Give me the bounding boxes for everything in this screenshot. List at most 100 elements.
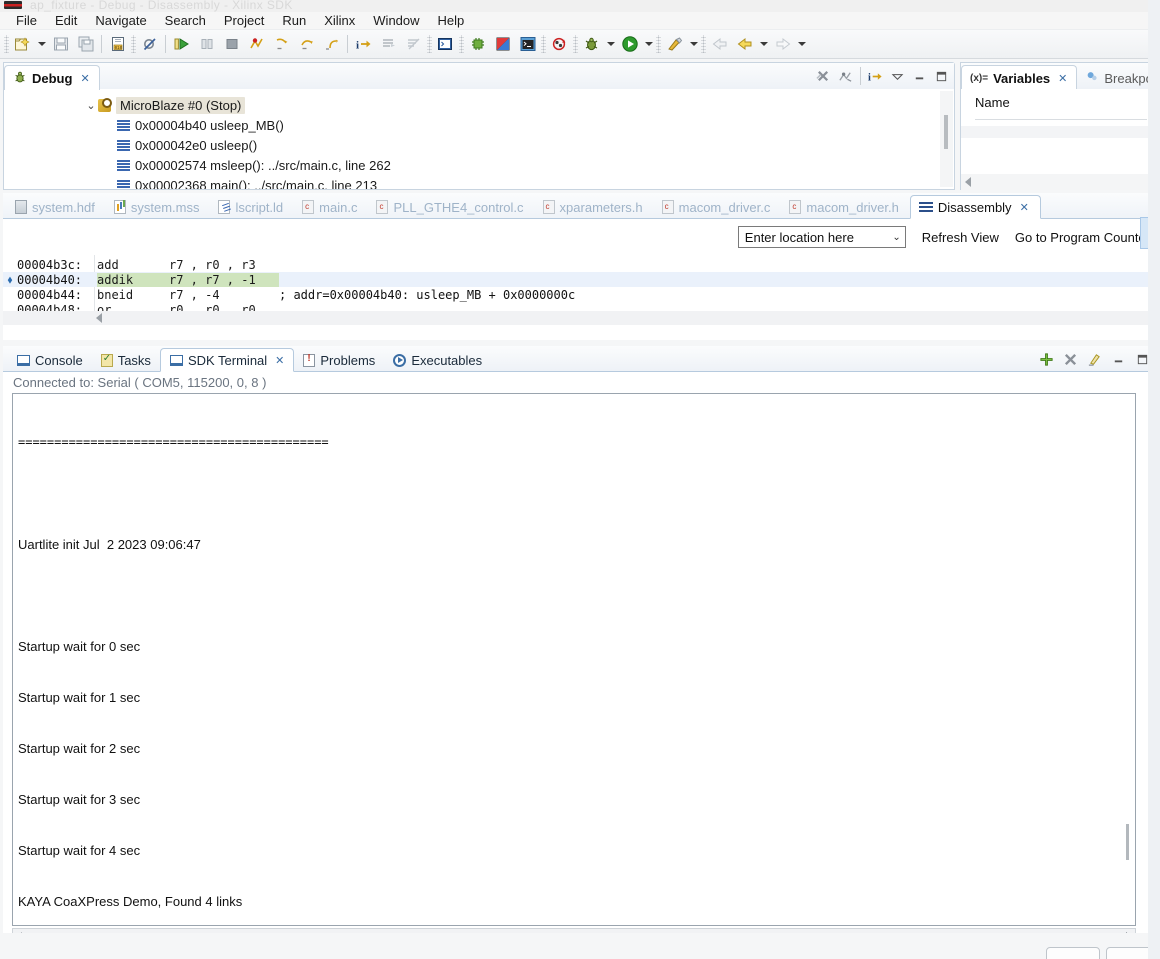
clear-terminal-icon[interactable] bbox=[1084, 349, 1104, 369]
menu-search[interactable]: Search bbox=[156, 12, 215, 30]
new-wizard-icon[interactable] bbox=[10, 32, 35, 57]
chevron-down-icon[interactable]: ⌄ bbox=[84, 99, 98, 112]
tab-console[interactable]: Console bbox=[8, 348, 92, 372]
connect-icon[interactable] bbox=[835, 66, 856, 87]
view-menu-icon[interactable] bbox=[887, 66, 908, 87]
editor-tab-macom-driver-c[interactable]: macom_driver.c bbox=[654, 195, 782, 219]
close-icon[interactable]: ✕ bbox=[1058, 72, 1067, 85]
disassembly-line[interactable]: 00004b44: bneid r7 , -4 ; addr=0x00004b4… bbox=[3, 287, 1156, 302]
toolbar-drag-handle-8[interactable] bbox=[701, 35, 706, 53]
tab-debug[interactable]: Debug ✕ bbox=[4, 65, 100, 90]
instruction-stepping-icon[interactable]: i bbox=[351, 32, 376, 57]
editor-tab-xparameters-h[interactable]: xparameters.h bbox=[535, 195, 654, 219]
close-icon[interactable]: ✕ bbox=[275, 354, 284, 367]
run-dropdown-arrow[interactable] bbox=[642, 32, 655, 57]
editor-tab-macom-driver-h[interactable]: macom_driver.h bbox=[781, 195, 909, 219]
toolbar-drag-handle-2[interactable] bbox=[131, 35, 136, 53]
next-icon[interactable] bbox=[770, 32, 795, 57]
previous-icon[interactable] bbox=[732, 32, 757, 57]
previous-dropdown-arrow[interactable] bbox=[757, 32, 770, 57]
scroll-left-icon[interactable] bbox=[965, 177, 971, 187]
menu-file[interactable]: File bbox=[7, 12, 46, 30]
menu-run[interactable]: Run bbox=[273, 12, 315, 30]
instruction-stepping-icon[interactable]: i bbox=[865, 66, 886, 87]
menu-xilinx[interactable]: Xilinx bbox=[315, 12, 364, 30]
next-dropdown-arrow[interactable] bbox=[795, 32, 808, 57]
toolbar-drag-handle-5[interactable] bbox=[541, 35, 546, 53]
close-icon[interactable]: ✕ bbox=[80, 72, 89, 85]
tab-sdk-terminal[interactable]: SDK Terminal ✕ bbox=[159, 348, 295, 372]
suspend-icon[interactable] bbox=[194, 32, 219, 57]
remove-all-terminated-icon[interactable] bbox=[813, 66, 834, 87]
debug-icon[interactable] bbox=[579, 32, 604, 57]
tab-variables[interactable]: (x)= Variables ✕ bbox=[961, 65, 1078, 89]
terminal-vertical-scrollbar[interactable] bbox=[1121, 394, 1135, 925]
menu-window[interactable]: Window bbox=[364, 12, 428, 30]
editor-tab-disassembly[interactable]: Disassembly ✕ bbox=[909, 195, 1041, 219]
external-tools-icon[interactable] bbox=[662, 32, 687, 57]
toolbar-drag-handle[interactable] bbox=[4, 35, 9, 53]
drop-to-frame-icon[interactable] bbox=[376, 32, 401, 57]
stack-frame-row[interactable]: 0x00002574 msleep(): ../src/main.c, line… bbox=[4, 155, 954, 175]
add-terminal-icon[interactable] bbox=[1036, 349, 1056, 369]
stack-frame-row[interactable]: 0x000042e0 usleep() bbox=[4, 135, 954, 155]
toolbar-drag-handle-7[interactable] bbox=[656, 35, 661, 53]
configure-icon[interactable] bbox=[490, 32, 515, 57]
scroll-left-icon[interactable] bbox=[96, 313, 102, 323]
editor-tab-system-mss[interactable]: system.mss bbox=[106, 195, 211, 219]
toolbar-drag-handle-4[interactable] bbox=[459, 35, 464, 53]
skip-breakpoints-icon[interactable] bbox=[137, 32, 162, 57]
step-into-icon[interactable] bbox=[269, 32, 294, 57]
save-icon[interactable] bbox=[48, 32, 73, 57]
variables-horizontal-scrollbar[interactable] bbox=[961, 174, 1155, 190]
open-terminal-icon[interactable] bbox=[433, 32, 458, 57]
minimize-icon[interactable] bbox=[1108, 349, 1128, 369]
stack-frame-row[interactable]: 0x00002368 main(): ../src/main.c, line 2… bbox=[4, 175, 954, 189]
terminate-icon[interactable] bbox=[219, 32, 244, 57]
stack-frame-row[interactable]: 0x00004b40 usleep_MB() bbox=[4, 115, 954, 135]
save-all-icon[interactable] bbox=[73, 32, 98, 57]
repository-icon[interactable] bbox=[547, 32, 572, 57]
tab-problems[interactable]: Problems bbox=[294, 348, 384, 372]
run-icon[interactable] bbox=[617, 32, 642, 57]
editor-tab-lscript-ld[interactable]: lscript.ld bbox=[210, 195, 294, 219]
menu-help[interactable]: Help bbox=[429, 12, 474, 30]
toolbar-drag-handle-6[interactable] bbox=[573, 35, 578, 53]
toolbar-drag-handle-3[interactable] bbox=[427, 35, 432, 53]
tab-tasks[interactable]: Tasks bbox=[92, 348, 160, 372]
bottom-button-1[interactable] bbox=[1046, 947, 1100, 959]
resume-icon[interactable] bbox=[169, 32, 194, 57]
build-icon[interactable]: 010 bbox=[105, 32, 130, 57]
editor-tab-system-hdf[interactable]: system.hdf bbox=[7, 195, 106, 219]
disassembly-horizontal-scrollbar[interactable] bbox=[3, 311, 1156, 325]
refresh-view-button[interactable]: Refresh View bbox=[922, 230, 999, 245]
tab-executables[interactable]: Executables bbox=[384, 348, 491, 372]
tab-breakpoints[interactable]: Breakpoints bbox=[1077, 65, 1155, 89]
step-over-icon[interactable] bbox=[294, 32, 319, 57]
disconnect-icon[interactable] bbox=[244, 32, 269, 57]
sdk-terminal-icon[interactable] bbox=[515, 32, 540, 57]
program-fpga-icon[interactable] bbox=[465, 32, 490, 57]
debug-dropdown-arrow[interactable] bbox=[604, 32, 617, 57]
back-icon[interactable] bbox=[707, 32, 732, 57]
menu-project[interactable]: Project bbox=[215, 12, 273, 30]
disconnect-terminal-icon[interactable] bbox=[1060, 349, 1080, 369]
maximize-icon[interactable] bbox=[931, 66, 952, 87]
disassembly-line-current[interactable]: ⬧ 00004b40: addik r7 , r7 , -1 bbox=[3, 272, 1156, 287]
go-to-program-counter-button[interactable]: Go to Program Counter bbox=[1015, 230, 1150, 245]
external-tools-dropdown-arrow[interactable] bbox=[687, 32, 700, 57]
location-input[interactable]: Enter location here ⌄ bbox=[737, 226, 906, 248]
terminal-output-pane[interactable]: ========================================… bbox=[12, 393, 1136, 926]
scrollbar-thumb[interactable] bbox=[944, 115, 948, 149]
minimize-icon[interactable] bbox=[909, 66, 930, 87]
scrollbar-thumb[interactable] bbox=[1126, 824, 1129, 860]
use-step-filters-icon[interactable] bbox=[401, 32, 426, 57]
new-dropdown-arrow[interactable] bbox=[35, 32, 48, 57]
debug-stack-tree[interactable]: ⌄ MicroBlaze #0 (Stop) 0x00004b40 usleep… bbox=[4, 89, 954, 189]
thread-row[interactable]: ⌄ MicroBlaze #0 (Stop) bbox=[4, 95, 954, 115]
menu-navigate[interactable]: Navigate bbox=[86, 12, 155, 30]
disassembly-code[interactable]: 00004b3c: add r7 , r0 , r3 ⬧ 00004b40: a… bbox=[3, 255, 1156, 325]
editor-tab-pll-gthe4-control-c[interactable]: PLL_GTHE4_control.c bbox=[368, 195, 534, 219]
disassembly-line[interactable]: 00004b3c: add r7 , r0 , r3 bbox=[3, 257, 1156, 272]
chevron-down-icon[interactable]: ⌄ bbox=[892, 232, 900, 243]
